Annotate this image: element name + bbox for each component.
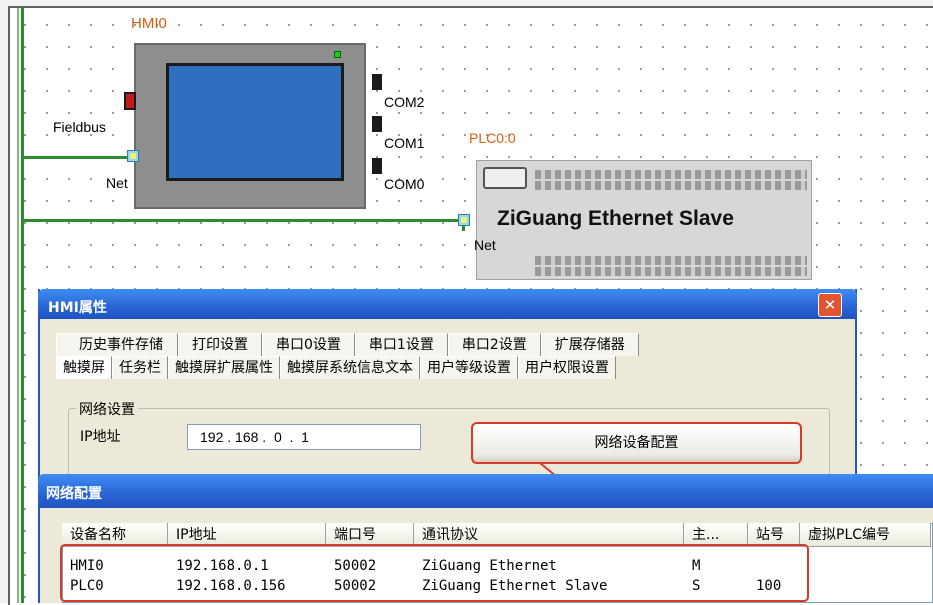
plc-terminal-strip <box>535 181 807 190</box>
plc-net-port-icon[interactable] <box>458 214 470 226</box>
highlight-box <box>60 544 809 602</box>
tab-taskbar[interactable]: 任务栏 <box>112 356 168 379</box>
hmi-dialog-title: HMI属性 <box>48 300 107 316</box>
tab-serial1[interactable]: 串口1设置 <box>354 333 448 356</box>
plc-label: PLC0:0 <box>469 130 516 146</box>
tab-serial2[interactable]: 串口2设置 <box>447 333 541 356</box>
fieldbus-port-icon[interactable] <box>124 92 136 110</box>
com1-port-icon[interactable] <box>372 116 382 132</box>
tab-touchscreen[interactable]: 触摸屏 <box>56 356 112 379</box>
tab-history-events[interactable]: 历史事件存储 <box>56 333 178 356</box>
network-device-config-button[interactable]: 网络设备配置 <box>471 422 802 464</box>
fieldbus-port-label: Fieldbus <box>53 119 106 135</box>
close-button[interactable]: ✕ <box>818 293 842 317</box>
tab-serial0[interactable]: 串口0设置 <box>262 333 355 356</box>
ip-label: IP地址 <box>80 429 121 445</box>
plc-connector-icon <box>483 167 527 189</box>
net-config-titlebar[interactable]: 网络配置 <box>38 474 933 508</box>
com2-label: COM2 <box>384 94 425 110</box>
com0-port-icon[interactable] <box>372 158 382 174</box>
tab-touch-ext[interactable]: 触摸屏扩展属性 <box>168 356 280 379</box>
bus-line <box>21 8 24 603</box>
net-config-title: 网络配置 <box>46 486 102 502</box>
bus-line-shadow <box>17 8 19 603</box>
com2-port-icon[interactable] <box>372 74 382 90</box>
hmi-net-label: Net <box>106 175 128 191</box>
tab-sys-info-text[interactable]: 触摸屏系统信息文本 <box>280 356 420 379</box>
hmi-net-port-icon[interactable] <box>127 150 139 162</box>
tab-user-rights[interactable]: 用户权限设置 <box>518 356 616 379</box>
tab-print-settings[interactable]: 打印设置 <box>178 333 262 356</box>
hmi-screen <box>166 63 344 181</box>
tab-row-1: 历史事件存储 打印设置 串口0设置 串口1设置 串口2设置 扩展存储器 <box>56 333 639 356</box>
com0-label: COM0 <box>384 176 425 192</box>
plc-terminal-strip <box>535 267 807 276</box>
net-wire <box>24 219 464 222</box>
hmi-label: HMI0 <box>131 15 167 32</box>
plc-model-name: ZiGuang Ethernet Slave <box>497 207 734 230</box>
fieldbus-wire <box>24 156 132 159</box>
hmi-device[interactable] <box>134 43 366 209</box>
col-virtual-plc[interactable]: 虚拟PLC编号 <box>800 523 931 547</box>
tab-ext-storage[interactable]: 扩展存储器 <box>540 333 639 356</box>
status-led-icon <box>334 51 341 58</box>
com1-label: COM1 <box>384 135 425 151</box>
tab-row-2: 触摸屏 任务栏 触摸屏扩展属性 触摸屏系统信息文本 用户等级设置 用户权限设置 <box>56 356 616 379</box>
plc-net-label: Net <box>474 237 496 253</box>
plc-terminal-strip <box>535 170 807 179</box>
plc-device[interactable]: ZiGuang Ethernet Slave <box>476 160 812 280</box>
network-settings-label: 网络设置 <box>76 399 138 419</box>
plc-terminal-strip <box>535 256 807 265</box>
hmi-dialog-titlebar[interactable]: HMI属性 <box>38 289 857 319</box>
tab-user-level[interactable]: 用户等级设置 <box>420 356 518 379</box>
ip-address-field[interactable]: 192 . 168 . 0 . 1 <box>187 424 421 450</box>
